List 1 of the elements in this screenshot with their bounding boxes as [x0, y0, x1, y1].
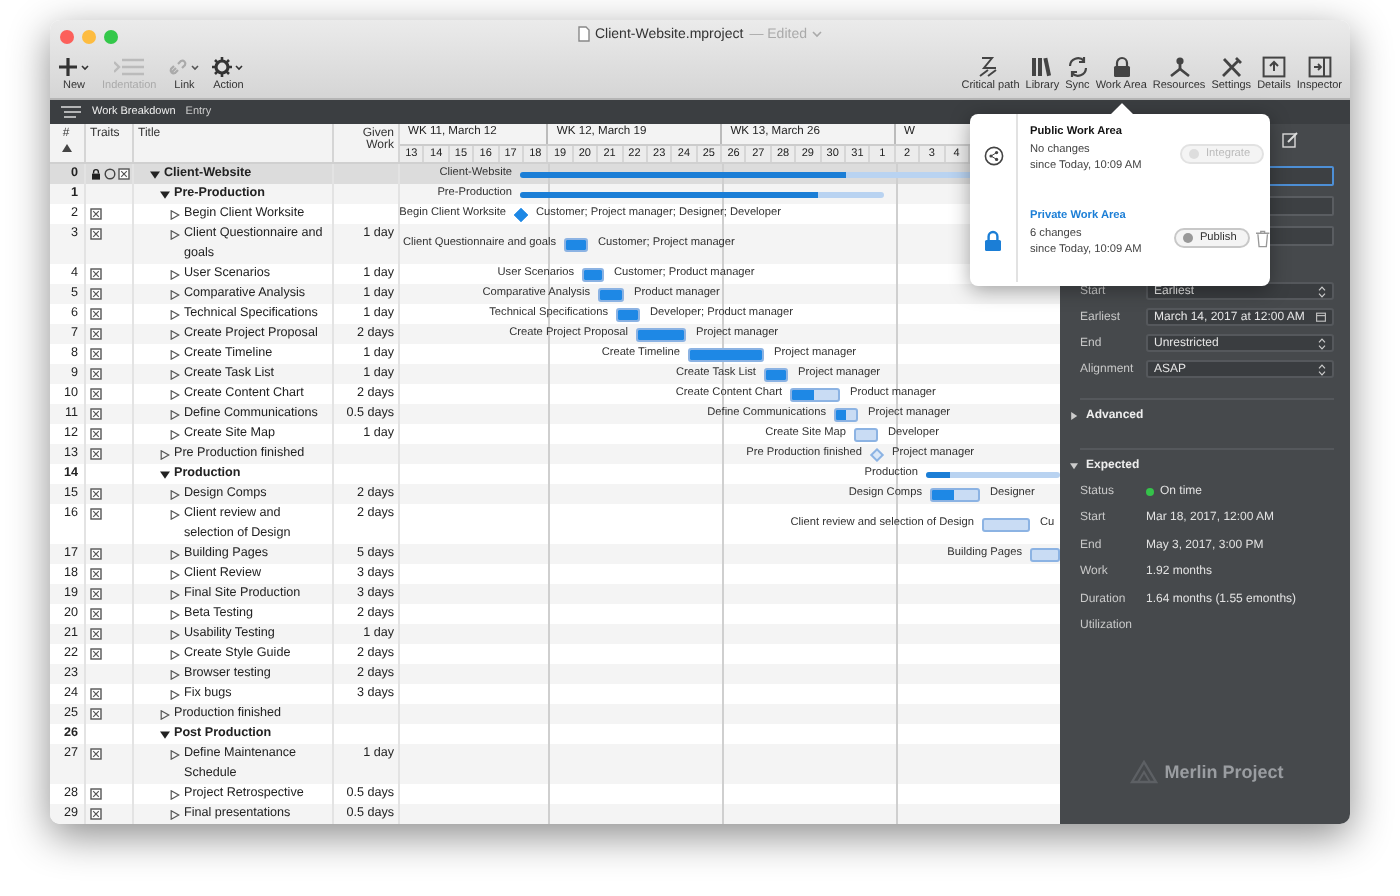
app-logo: Merlin Project: [1164, 762, 1284, 782]
